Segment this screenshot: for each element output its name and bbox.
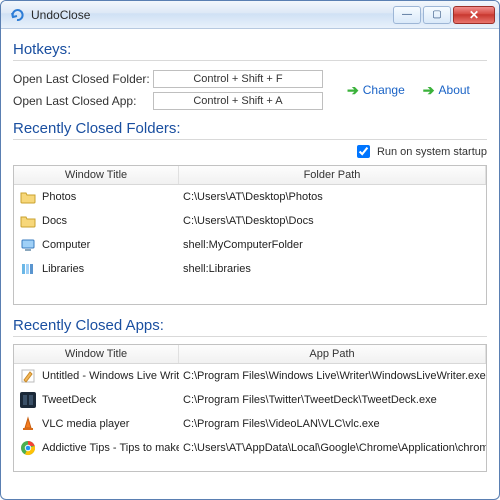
hotkey-folder-label: Open Last Closed Folder: (13, 72, 153, 86)
change-link-label: Change (363, 83, 405, 97)
folder-icon (20, 189, 36, 205)
minimize-button[interactable]: — (393, 6, 421, 24)
run-startup-checkbox[interactable] (357, 145, 370, 158)
col-window-title[interactable]: Window Title (14, 166, 179, 184)
row-title: Computer (42, 239, 90, 251)
row-path: C:\Program Files\Twitter\TweetDeck\Tweet… (179, 394, 486, 406)
row-title: Docs (42, 215, 67, 227)
apps-header[interactable]: Window Title App Path (14, 345, 486, 364)
table-row[interactable]: TweetDeck C:\Program Files\Twitter\TweetD… (14, 388, 486, 412)
table-row[interactable]: VLC media player C:\Program Files\VideoLA… (14, 412, 486, 436)
col-folder-path[interactable]: Folder Path (179, 166, 486, 184)
row-title: Photos (42, 191, 76, 203)
table-row[interactable]: Addictive Tips - Tips to make yC:\Users\… (14, 436, 486, 460)
table-row[interactable]: Untitled - Windows Live WriterC:\Program… (14, 364, 486, 388)
content-area: Hotkeys: Open Last Closed Folder: Contro… (1, 29, 499, 499)
row-path: C:\Users\AT\Desktop\Photos (179, 191, 486, 203)
apps-heading: Recently Closed Apps: (13, 317, 487, 337)
writer-icon (20, 368, 36, 384)
arrow-icon: ➔ (347, 82, 359, 99)
hotkey-app-input[interactable]: Control + Shift + A (153, 92, 323, 110)
titlebar[interactable]: UndoClose — ▢ ✕ (1, 1, 499, 29)
maximize-button[interactable]: ▢ (423, 6, 451, 24)
col-app-path[interactable]: App Path (179, 345, 486, 363)
hotkeys-panel: Open Last Closed Folder: Control + Shift… (13, 68, 487, 112)
libraries-icon (20, 261, 36, 277)
app-window: UndoClose — ▢ ✕ Hotkeys: Open Last Close… (0, 0, 500, 500)
row-path: shell:Libraries (179, 263, 486, 275)
row-title: VLC media player (42, 418, 129, 430)
table-row[interactable]: Photos C:\Users\AT\Desktop\Photos (14, 185, 486, 209)
window-title: UndoClose (31, 8, 393, 22)
table-row[interactable]: Libraries shell:Libraries (14, 257, 486, 281)
folder-icon (20, 213, 36, 229)
row-path: C:\Users\AT\AppData\Local\Google\Chrome\… (179, 442, 486, 454)
folders-heading: Recently Closed Folders: (13, 120, 487, 140)
vlc-icon (20, 416, 36, 432)
window-buttons: — ▢ ✕ (393, 6, 495, 24)
hotkeys-heading: Hotkeys: (13, 41, 487, 61)
row-title: TweetDeck (42, 394, 96, 406)
row-title: Addictive Tips - Tips to make y (42, 442, 179, 454)
tweetdeck-icon (20, 392, 36, 408)
computer-icon (20, 237, 36, 253)
row-path: C:\Program Files\VideoLAN\VLC\vlc.exe (179, 418, 486, 430)
folders-list[interactable]: Window Title Folder Path Photos C:\Users\… (13, 165, 487, 305)
col-window-title[interactable]: Window Title (14, 345, 179, 363)
apps-list[interactable]: Window Title App Path Untitled - Windows… (13, 344, 487, 472)
row-title: Untitled - Windows Live Writer (42, 370, 179, 382)
table-row[interactable]: Docs C:\Users\AT\Desktop\Docs (14, 209, 486, 233)
hotkey-folder-input[interactable]: Control + Shift + F (153, 70, 323, 88)
row-title: Libraries (42, 263, 84, 275)
hotkey-app-label: Open Last Closed App: (13, 94, 153, 108)
row-path: C:\Users\AT\Desktop\Docs (179, 215, 486, 227)
row-path: shell:MyComputerFolder (179, 239, 486, 251)
run-startup-label: Run on system startup (377, 146, 487, 158)
table-row[interactable]: Computer shell:MyComputerFolder (14, 233, 486, 257)
about-link[interactable]: ➔ About (423, 82, 470, 99)
change-link[interactable]: ➔ Change (347, 82, 405, 99)
row-path: C:\Program Files\Windows Live\Writer\Win… (179, 370, 486, 382)
arrow-icon: ➔ (423, 82, 435, 99)
app-icon (9, 7, 25, 23)
chrome-icon (20, 440, 36, 456)
close-button[interactable]: ✕ (453, 6, 495, 24)
about-link-label: About (439, 83, 470, 97)
folders-header[interactable]: Window Title Folder Path (14, 166, 486, 185)
